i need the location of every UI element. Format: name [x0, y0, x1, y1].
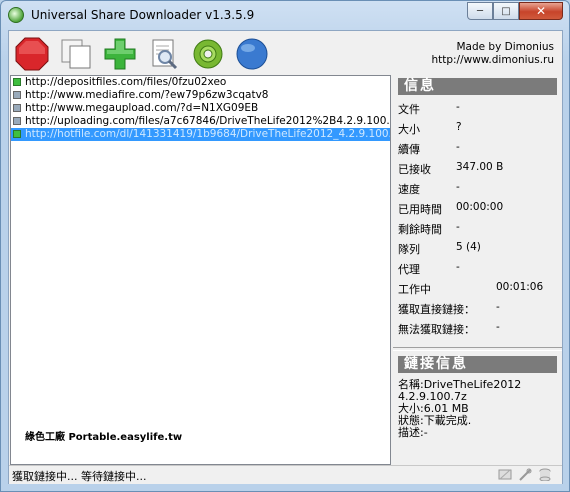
divider	[393, 347, 562, 351]
info-row-remaining: 剩餘時間 -	[398, 221, 460, 236]
copy-button[interactable]	[59, 37, 93, 71]
client-area: Made by Dimonius http://www.dimonius.ru …	[8, 30, 563, 484]
settings-button[interactable]	[191, 37, 225, 71]
url-text: http://hotfile.com/dl/141331419/1b9684/D…	[25, 128, 391, 140]
status-icon	[13, 91, 21, 99]
connection-icon	[498, 469, 512, 480]
gear-icon	[193, 39, 223, 69]
list-item[interactable]: http://www.mediafire.com/?ew79p6zw3cqatv…	[11, 89, 390, 102]
info-row-file: 文件 -	[398, 101, 460, 116]
maximize-icon: □	[501, 5, 511, 17]
info-heading: 信息	[398, 78, 557, 95]
website-link[interactable]: http://www.dimonius.ru	[431, 54, 554, 67]
info-row-failed-links: 無法獲取鏈接： -	[398, 321, 500, 336]
close-icon: ✕	[535, 4, 547, 18]
list-item[interactable]: http://www.megaupload.com/?d=N1XG09EB	[11, 102, 390, 115]
status-bar: 獲取鏈接中... 等待鏈接中...	[9, 465, 562, 484]
window-title: Universal Share Downloader v1.3.5.9	[31, 8, 255, 22]
made-by-text: Made by Dimonius	[456, 41, 554, 53]
search-document-icon	[152, 39, 178, 70]
info-row-working: 工作中 00:01:06	[398, 281, 544, 296]
status-text: 獲取鏈接中... 等待鏈接中...	[12, 470, 147, 483]
link-info-heading: 鏈接信息	[398, 356, 557, 373]
info-row-queue: 隊列 5 (4)	[398, 241, 481, 256]
info-row-speed: 速度 -	[398, 181, 460, 196]
website-button[interactable]	[235, 37, 269, 71]
url-list[interactable]: http://depositfiles.com/files/0fzu02xeo …	[10, 75, 391, 465]
list-item-selected[interactable]: http://hotfile.com/dl/141331419/1b9684/D…	[11, 128, 390, 141]
url-text: http://uploading.com/files/a7c67846/Driv…	[25, 115, 391, 127]
watermark: 綠色工廠 Portable.easylife.tw	[25, 432, 183, 443]
status-icon	[13, 117, 21, 125]
copy-icon	[61, 39, 91, 69]
minimize-button[interactable]: ─	[467, 2, 493, 20]
maximize-button[interactable]: □	[493, 2, 519, 20]
info-row-resume: 續傳 -	[398, 141, 460, 156]
info-row-proxy: 代理 -	[398, 261, 460, 276]
info-row-direct-links: 獲取直接鏈接： -	[398, 301, 500, 316]
info-row-elapsed: 已用時間 00:00:00	[398, 201, 504, 216]
link-description: 描述:-	[398, 426, 428, 439]
status-icon	[13, 104, 21, 112]
status-icons	[498, 468, 552, 481]
toolbar: Made by Dimonius http://www.dimonius.ru	[9, 31, 562, 75]
search-button[interactable]	[147, 37, 181, 71]
database-icon	[539, 468, 551, 481]
url-text: http://www.mediafire.com/?ew79p6zw3cqatv…	[25, 89, 269, 101]
title-bar[interactable]: Universal Share Downloader v1.3.5.9 ─ □ …	[1, 1, 569, 29]
add-icon	[104, 38, 136, 70]
stop-button[interactable]	[15, 37, 49, 71]
list-item[interactable]: http://depositfiles.com/files/0fzu02xeo	[11, 76, 390, 89]
link-info: 名稱:DriveTheLife2012 4.2.9.100.7z 大小:6.01…	[398, 379, 558, 439]
info-row-received: 已接收 347.00 B	[398, 161, 504, 176]
list-item[interactable]: http://uploading.com/files/a7c67846/Driv…	[11, 115, 390, 128]
globe-icon	[236, 38, 268, 70]
app-window: Universal Share Downloader v1.3.5.9 ─ □ …	[0, 0, 570, 492]
close-button[interactable]: ✕	[519, 2, 563, 20]
credits: Made by Dimonius http://www.dimonius.ru	[431, 41, 554, 67]
add-button[interactable]	[103, 37, 137, 71]
window-controls: ─ □ ✕	[467, 2, 563, 20]
stop-icon	[15, 37, 49, 71]
info-panel: 信息 文件 - 大小? 續傳 - 已接收 347.00 B 速度 - 已用時間 00:00…	[393, 75, 562, 465]
minimize-icon: ─	[476, 5, 484, 17]
info-row-size: 大小?	[398, 121, 462, 136]
status-icon	[13, 78, 21, 86]
tools-icon	[519, 468, 532, 481]
status-icon	[13, 130, 21, 138]
app-icon	[8, 7, 24, 23]
url-text: http://www.megaupload.com/?d=N1XG09EB	[25, 102, 259, 114]
url-text: http://depositfiles.com/files/0fzu02xeo	[25, 76, 227, 88]
